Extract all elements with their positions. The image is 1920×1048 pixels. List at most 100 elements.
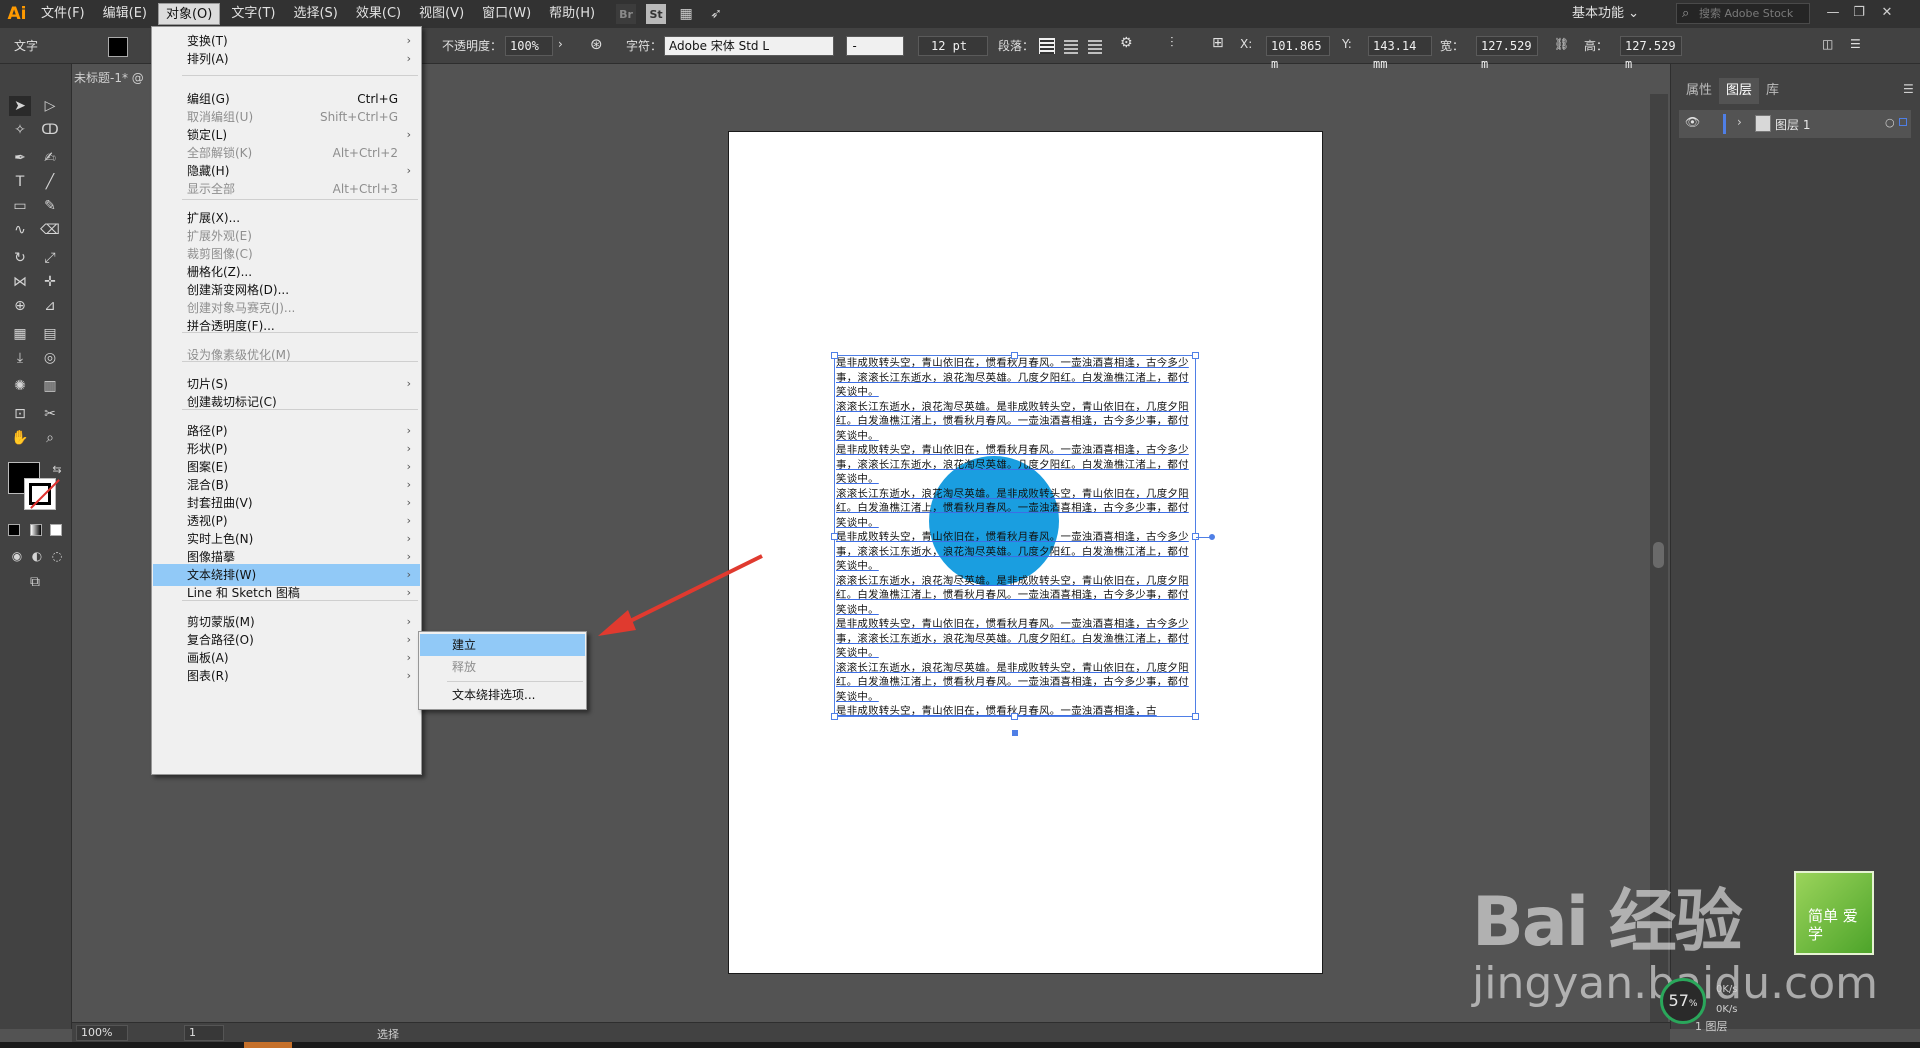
curvature-tool-icon[interactable]: ✍ xyxy=(39,148,61,168)
stock-icon[interactable]: St xyxy=(646,4,667,24)
menu-object[interactable]: 对象(O) xyxy=(157,3,221,25)
restore-icon[interactable]: ❐ xyxy=(1848,3,1870,23)
object-menu-item[interactable]: 图表(R) › xyxy=(153,665,420,687)
pen-tool-icon[interactable]: ✒ xyxy=(9,148,31,168)
graph-tool-icon[interactable]: ▥ xyxy=(39,376,61,396)
tab-properties[interactable]: 属性 xyxy=(1679,78,1719,104)
y-field[interactable]: 143.14 mm xyxy=(1368,36,1432,71)
fill-swatch[interactable] xyxy=(108,37,128,57)
magic-wand-icon[interactable]: ✧ xyxy=(9,120,31,140)
type-tool-icon[interactable]: T xyxy=(9,172,31,192)
document-tab[interactable]: 未标题-1* @ xyxy=(74,66,144,90)
width-tool-icon[interactable]: ⋈ xyxy=(9,272,31,292)
object-menu-item[interactable]: 排列(A) › xyxy=(153,48,420,70)
transform-icon[interactable]: ⚙ xyxy=(1120,35,1133,51)
artboard-tool-icon[interactable]: ⊡ xyxy=(9,404,31,424)
zoom-field[interactable]: 100% xyxy=(76,1025,128,1041)
wrap-create-item[interactable]: 建立 xyxy=(420,634,585,656)
gpu-rocket-icon[interactable]: ➶ xyxy=(706,4,726,24)
expand-chevron-icon[interactable]: › xyxy=(1737,115,1742,129)
symbol-sprayer-icon[interactable]: ✺ xyxy=(9,376,31,396)
bounding-handle[interactable] xyxy=(831,713,838,720)
area-text-frame[interactable]: 是非成败转头空，青山依旧在，惯看秋月春风。一壶浊酒喜相逢，古今多少事，滚滚长江东… xyxy=(834,355,1196,717)
screen-mode-icon[interactable]: ⧉ xyxy=(24,572,46,592)
height-field[interactable]: 127.529 m xyxy=(1620,36,1682,71)
object-menu-item[interactable]: 创建裁切标记(C) xyxy=(153,391,420,413)
menu-window[interactable]: 窗口(W) xyxy=(475,3,538,25)
hand-tool-icon[interactable]: ✋ xyxy=(9,428,31,448)
draw-behind-icon[interactable]: ◐ xyxy=(26,546,48,566)
opacity-field[interactable]: 100% xyxy=(505,36,553,56)
page-field[interactable]: 1 xyxy=(184,1025,224,1041)
bounding-handle[interactable] xyxy=(1011,352,1018,359)
rotate-tool-icon[interactable]: ↻ xyxy=(9,248,31,268)
visibility-eye-icon[interactable]: 👁 xyxy=(1685,115,1700,129)
eraser-icon[interactable]: ⌫ xyxy=(39,220,61,240)
panel-menu-icon[interactable]: ☰ xyxy=(1903,82,1914,96)
menu-view[interactable]: 视图(V) xyxy=(412,3,471,25)
zoom-tool-icon[interactable]: ⌕ xyxy=(39,428,61,448)
line-tool-icon[interactable]: ╱ xyxy=(39,172,61,192)
scroll-thumb[interactable] xyxy=(1653,542,1664,568)
align-left-icon[interactable] xyxy=(1039,38,1055,54)
shape-builder-icon[interactable]: ⊕ xyxy=(9,296,31,316)
slice-tool-icon[interactable]: ✂ xyxy=(39,404,61,424)
align-objects-icon[interactable]: ⫶ xyxy=(1170,35,1174,51)
swap-colors-icon[interactable]: ⇆ xyxy=(46,460,68,480)
isolate-icon[interactable]: ◫ xyxy=(1822,37,1833,51)
menu-edit[interactable]: 编辑(E) xyxy=(96,3,154,25)
rectangle-tool-icon[interactable]: ▭ xyxy=(9,196,31,216)
bounding-handle[interactable] xyxy=(831,352,838,359)
x-field[interactable]: 101.865 m xyxy=(1266,36,1330,71)
minimize-icon[interactable]: — xyxy=(1822,3,1844,23)
draw-inside-icon[interactable]: ◌ xyxy=(46,546,68,566)
tab-layers[interactable]: 图层 xyxy=(1719,78,1760,104)
shaper-tool-icon[interactable]: ∿ xyxy=(9,220,31,240)
layer-name[interactable]: 图层 1 xyxy=(1775,116,1810,133)
font-family-field[interactable]: Adobe 宋体 Std L xyxy=(664,36,834,56)
width-field[interactable]: 127.529 m xyxy=(1476,36,1538,71)
lasso-icon[interactable]: ↀ xyxy=(39,120,61,140)
wrap-release-item[interactable]: 释放 xyxy=(420,656,585,678)
stock-search-input[interactable]: 搜索 Adobe Stock xyxy=(1676,3,1810,24)
layer-row[interactable]: 👁 › 图层 1 ○ xyxy=(1679,110,1911,138)
mesh-tool-icon[interactable]: ▦ xyxy=(9,324,31,344)
object-menu-item[interactable]: 显示全部 Alt+Ctrl+3 xyxy=(153,178,420,200)
menu-help[interactable]: 帮助(H) xyxy=(542,3,602,25)
draw-normal-icon[interactable]: ◉ xyxy=(6,546,28,566)
wrap-options-item[interactable]: 文本绕排选项... xyxy=(420,684,585,706)
object-menu-item[interactable]: 设为像素级优化(M) xyxy=(153,344,420,366)
stroke-color-box[interactable] xyxy=(24,478,60,510)
tab-libraries[interactable]: 库 xyxy=(1759,78,1786,104)
puppet-warp-icon[interactable]: ✛ xyxy=(39,272,61,292)
chevron-right-icon[interactable]: › xyxy=(558,37,563,51)
paintbrush-icon[interactable]: ✎ xyxy=(39,196,61,216)
selection-tool-icon[interactable]: ➤ xyxy=(9,96,31,116)
font-style-field[interactable]: - xyxy=(846,36,904,56)
bounding-handle[interactable] xyxy=(1192,352,1199,359)
font-size-field[interactable]: 12 pt xyxy=(918,36,988,56)
blend-tool-icon[interactable]: ◎ xyxy=(39,348,61,368)
arrange-documents-icon[interactable]: ▦ xyxy=(676,4,696,24)
gradient-mode-icon[interactable] xyxy=(30,524,42,536)
object-menu-item[interactable]: Line 和 Sketch 图稿 › xyxy=(153,582,420,604)
menu-file[interactable]: 文件(F) xyxy=(34,3,92,25)
bridge-icon[interactable]: Br xyxy=(616,4,637,24)
align-center-icon[interactable] xyxy=(1063,38,1079,54)
bounding-handle[interactable] xyxy=(1011,713,1018,720)
menu-select[interactable]: 选择(S) xyxy=(286,3,344,25)
object-menu-item[interactable]: 拼合透明度(F)... xyxy=(153,315,420,337)
color-mode-icon[interactable] xyxy=(8,524,20,536)
selection-indicator-icon[interactable] xyxy=(1899,118,1907,126)
text-out-port-handle[interactable] xyxy=(1012,730,1018,736)
panel-options-icon[interactable]: ☰ xyxy=(1850,37,1861,51)
menu-type[interactable]: 文字(T) xyxy=(224,3,282,25)
scale-tool-icon[interactable]: ⤢ xyxy=(39,248,61,268)
perspective-grid-icon[interactable]: ⊿ xyxy=(39,296,61,316)
direct-selection-tool-icon[interactable]: ▷ xyxy=(39,96,61,116)
eyedropper-icon[interactable]: ⤓ xyxy=(9,348,31,368)
target-circle-icon[interactable]: ○ xyxy=(1885,116,1895,129)
workspace-switcher[interactable]: 基本功能 ⌄ xyxy=(1572,2,1662,26)
constrain-link-icon[interactable]: ⛓ xyxy=(1554,37,1569,51)
bounding-handle[interactable] xyxy=(831,533,838,540)
